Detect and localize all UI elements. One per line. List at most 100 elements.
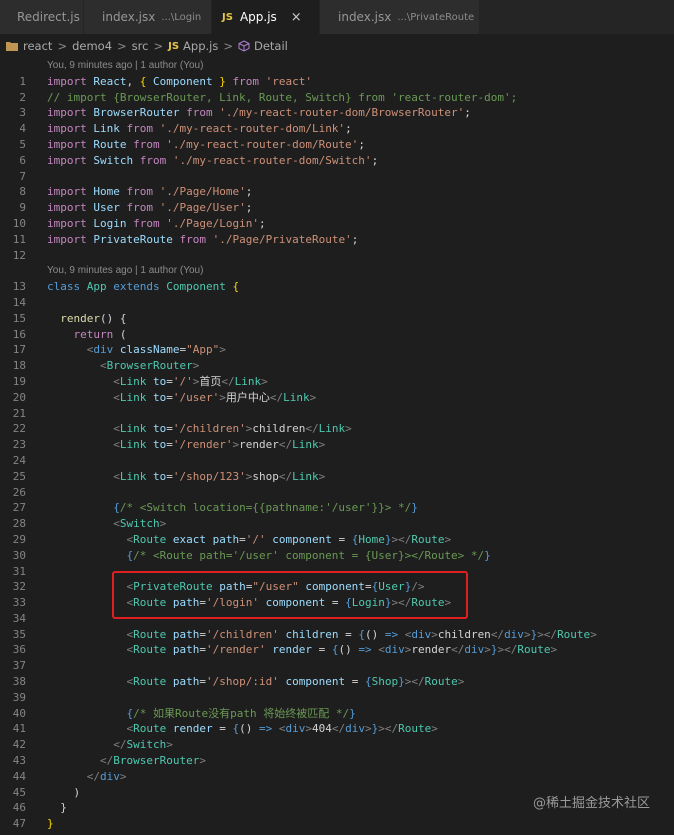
- code-line: 15 render() {: [0, 311, 674, 327]
- code-line: 36 <Route path='/render' render = {() =>…: [0, 642, 674, 658]
- code-line: 13 class App extends Component {: [0, 279, 674, 295]
- js-icon: JS: [168, 40, 180, 52]
- code-line: 4 import Link from './my-react-router-dom…: [0, 121, 674, 137]
- line-number: 46: [12, 801, 26, 815]
- breadcrumb-item-react[interactable]: react: [23, 39, 52, 53]
- blame-annotation[interactable]: You, 9 minutes ago | 1 author (You): [0, 263, 674, 279]
- line-number: 41: [12, 722, 26, 736]
- breadcrumb-item-src[interactable]: src: [132, 39, 149, 53]
- breadcrumb-item-demo4[interactable]: demo4: [72, 39, 112, 53]
- code-line: 14: [0, 295, 674, 311]
- line-number: 32: [12, 580, 26, 594]
- breadcrumb: react > demo4 > src > JS App.js > Detail: [0, 34, 674, 58]
- code-text: }: [47, 801, 67, 815]
- code-text: <Route exact path='/' component = {Home}…: [126, 532, 452, 546]
- code-editor[interactable]: You, 9 minutes ago | 1 author (You) 1 imp…: [0, 58, 674, 835]
- line-number: 29: [12, 532, 26, 546]
- code-text: import React, { Component } from 'react': [47, 74, 312, 88]
- line-number: 2: [19, 90, 26, 104]
- line-number: 3: [19, 106, 26, 120]
- tab-label: index.jsx: [338, 10, 392, 24]
- code-text: import Home from './Page/Home';: [47, 185, 253, 199]
- folder-icon: [6, 42, 18, 51]
- tab-label: Redirect.js: [17, 10, 80, 24]
- code-line: 44 </div>: [0, 769, 674, 785]
- code-line: 9 import User from './Page/User';: [0, 200, 674, 216]
- line-number: 27: [12, 501, 26, 515]
- editor-tab-bar: Redirect.js index.jsx ...\Login JS App.j…: [0, 0, 674, 34]
- code-line: 7: [0, 169, 674, 185]
- tab-redirect-js[interactable]: Redirect.js: [0, 0, 84, 34]
- breadcrumb-item-detail[interactable]: Detail: [254, 39, 288, 53]
- code-text: </div>: [86, 769, 127, 783]
- highlight-box: [112, 571, 468, 619]
- code-line: 21: [0, 406, 674, 422]
- code-line: 26: [0, 485, 674, 501]
- line-number: 34: [12, 611, 26, 625]
- js-icon: JS: [222, 11, 233, 23]
- line-number: 5: [19, 137, 26, 151]
- code-text: render() {: [60, 311, 127, 325]
- line-number: 14: [12, 295, 26, 309]
- line-number: 36: [12, 643, 26, 657]
- vscode-window: Redirect.js index.jsx ...\Login JS App.j…: [0, 0, 674, 835]
- line-number: 22: [12, 422, 26, 436]
- line-number: 15: [12, 311, 26, 325]
- code-line: 18 <BrowserRouter>: [0, 358, 674, 374]
- tab-index-jsx-login[interactable]: index.jsx ...\Login: [84, 0, 212, 34]
- breadcrumb-separator: >: [57, 39, 68, 53]
- line-number: 25: [12, 469, 26, 483]
- line-number: 7: [19, 169, 26, 183]
- line-number: 19: [12, 374, 26, 388]
- code-line: 10 import Login from './Page/Login';: [0, 216, 674, 232]
- code-line: 2 // import {BrowserRouter, Link, Route, …: [0, 90, 674, 106]
- code-text: import Link from './my-react-router-dom/…: [47, 122, 352, 136]
- watermark: @稀土掘金技术社区: [532, 796, 650, 811]
- breadcrumb-item-app-js[interactable]: App.js: [183, 39, 218, 53]
- code-line: 20 <Link to='/user'>用户中心</Link>: [0, 390, 674, 406]
- code-text: </Switch>: [113, 738, 173, 752]
- code-text: // import {BrowserRouter, Link, Route, S…: [47, 90, 518, 104]
- code-text: import User from './Page/User';: [47, 201, 253, 215]
- code-line: 37: [0, 658, 674, 674]
- line-number: 11: [12, 232, 26, 246]
- code-line: 40 {/* 如果Route没有path 将始终被匹配 */}: [0, 706, 674, 722]
- tab-label: index.jsx: [102, 10, 156, 24]
- code-line: 42 </Switch>: [0, 737, 674, 753]
- line-number: 30: [12, 548, 26, 562]
- line-number: 9: [19, 201, 26, 215]
- code-text: <Switch>: [113, 517, 167, 531]
- code-text: import Switch from './my-react-router-do…: [47, 153, 379, 167]
- code-text: <Route path='/shop/:id' component = {Sho…: [126, 675, 465, 689]
- line-number: 6: [19, 153, 26, 167]
- code-line: 24: [0, 453, 674, 469]
- line-number: 35: [12, 627, 26, 641]
- code-line: 11 import PrivateRoute from './Page/Priva…: [0, 232, 674, 248]
- line-number: 45: [12, 785, 26, 799]
- code-text: return (: [73, 327, 127, 341]
- code-line: 43 </BrowserRouter>: [0, 753, 674, 769]
- code-line: 27 {/* <Switch location={{pathname:'/use…: [0, 500, 674, 516]
- code-line: 6 import Switch from './my-react-router-d…: [0, 153, 674, 169]
- code-line: 28 <Switch>: [0, 516, 674, 532]
- breadcrumb-separator: >: [117, 39, 127, 53]
- code-text: {/* <Route path='/user' component = {Use…: [126, 548, 491, 562]
- code-text: class App extends Component {: [47, 280, 240, 294]
- tab-index-jsx-privateroute[interactable]: index.jsx ...\PrivateRoute: [320, 0, 480, 34]
- code-line: 30 {/* <Route path='/user' component = {…: [0, 548, 674, 564]
- line-number: 24: [12, 453, 26, 467]
- code-line: 47}: [0, 816, 674, 832]
- blame-annotation[interactable]: You, 9 minutes ago | 1 author (You): [0, 58, 674, 74]
- close-icon[interactable]: ×: [291, 10, 302, 25]
- line-number: 42: [12, 738, 26, 752]
- code-text: <Route path='/children' children = {() =…: [126, 627, 597, 641]
- code-line: 1 import React, { Component } from 'react…: [0, 74, 674, 90]
- line-number: 12: [12, 248, 26, 262]
- code-text: import Route from './my-react-router-dom…: [47, 137, 365, 151]
- line-number: 8: [19, 185, 26, 199]
- line-number: 1: [19, 74, 26, 88]
- tab-description: ...\Login: [161, 11, 202, 23]
- code-line: 5 import Route from './my-react-router-do…: [0, 137, 674, 153]
- tab-app-js[interactable]: JS App.js ×: [212, 0, 320, 34]
- code-text: <Link to='/render'>render</Link>: [113, 438, 326, 452]
